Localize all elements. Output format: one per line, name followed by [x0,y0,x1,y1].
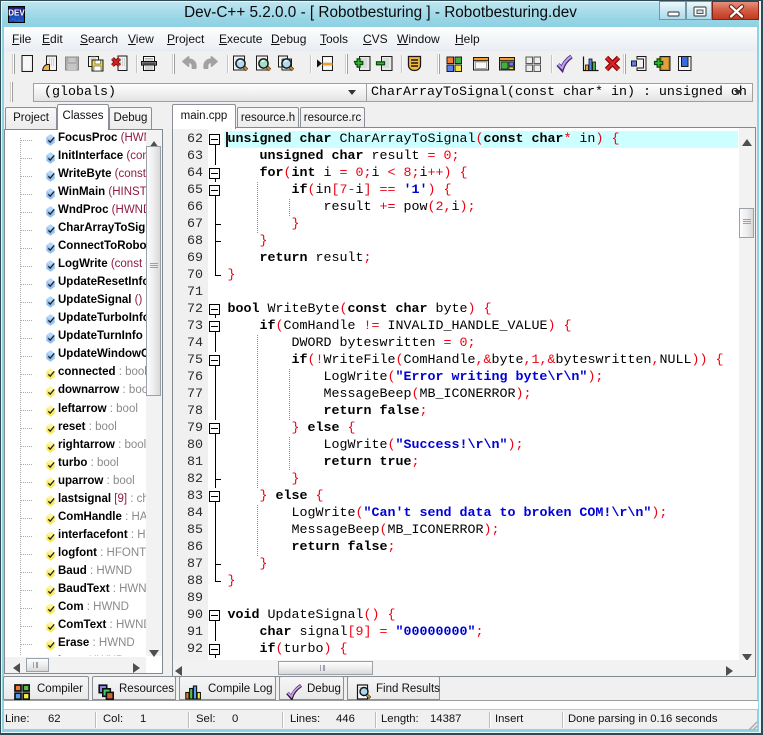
svg-text:C++: C++ [10,17,23,24]
